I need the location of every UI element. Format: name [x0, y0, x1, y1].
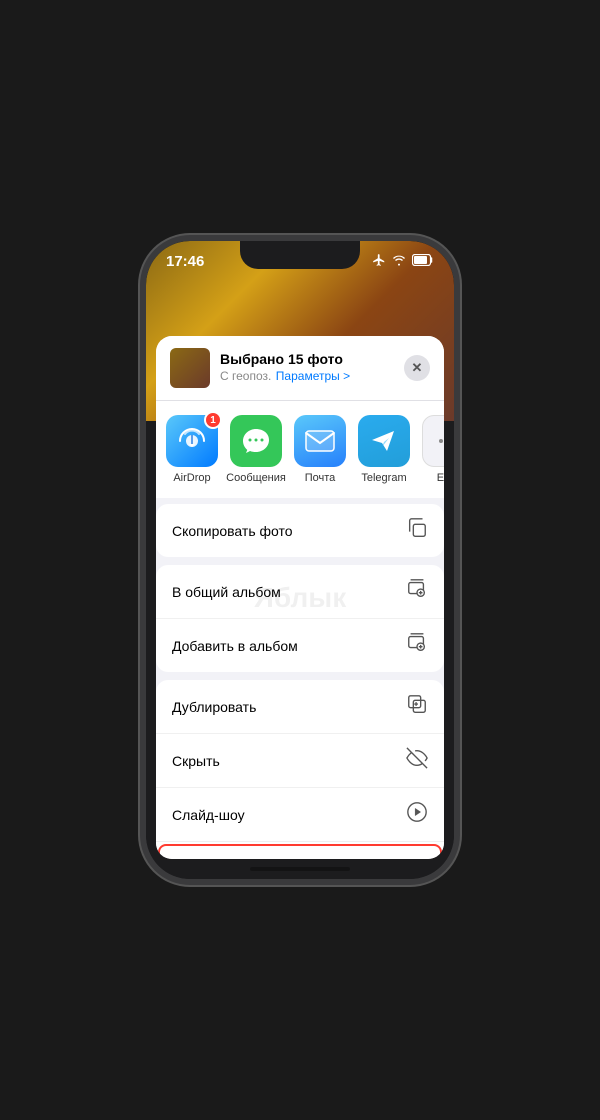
close-button[interactable]: ✕ [404, 355, 430, 381]
home-indicator[interactable] [250, 867, 350, 871]
menu-item-shared-album[interactable]: В общий альбом [156, 565, 444, 619]
menu-section-1: Скопировать фото [156, 504, 444, 557]
header-subtitle: С геопоз. Параметры > [220, 367, 394, 385]
messages-icon [230, 415, 282, 467]
app-item-mail[interactable]: Почта [294, 415, 346, 484]
add-album-icon [406, 632, 428, 659]
duplicate-icon [406, 693, 428, 720]
phone-frame: 17:46 [140, 235, 460, 885]
status-icons [372, 253, 434, 270]
battery-icon [412, 254, 434, 269]
app-item-telegram[interactable]: Telegram [358, 415, 410, 484]
mail-label: Почта [305, 472, 336, 484]
more-icon [422, 415, 444, 467]
header-text: Выбрано 15 фото С геопоз. Параметры > [220, 351, 394, 385]
apps-row: 1 AirDrop Сообщения [156, 401, 444, 504]
messages-label: Сообщения [226, 472, 286, 484]
more-label: Ещё [437, 472, 444, 484]
status-time: 17:46 [166, 253, 204, 270]
menu-list: Яблык Скопировать фото В [156, 504, 444, 859]
telegram-icon [358, 415, 410, 467]
airdrop-label: AirDrop [173, 472, 210, 484]
menu-item-add-album[interactable]: Добавить в альбом [156, 619, 444, 672]
hide-icon [406, 747, 428, 774]
menu-item-hide[interactable]: Скрыть [156, 734, 444, 788]
menu-item-slideshow[interactable]: Слайд-шоу [156, 788, 444, 842]
menu-item-icloud-link[interactable]: Скопировать ссылку iCloud [158, 844, 442, 859]
header-thumbnail [170, 348, 210, 388]
airdrop-icon: 1 [166, 415, 218, 467]
share-sheet: Выбрано 15 фото С геопоз. Параметры > ✕ [156, 336, 444, 859]
app-item-more[interactable]: Ещё [422, 415, 444, 484]
header-title: Выбрано 15 фото [220, 351, 394, 367]
menu-item-copy-photo[interactable]: Скопировать фото [156, 504, 444, 557]
app-item-airdrop[interactable]: 1 AirDrop [166, 415, 218, 484]
airdrop-badge: 1 [204, 411, 222, 429]
notch [240, 241, 360, 269]
slideshow-icon [406, 801, 428, 828]
menu-section-2: В общий альбом Добавить в альбом [156, 565, 444, 672]
telegram-label: Telegram [361, 472, 406, 484]
menu-section-3: Дублировать Скрыть [156, 680, 444, 859]
mail-icon [294, 415, 346, 467]
header-params-link[interactable]: Параметры > [276, 369, 350, 383]
phone-inner: 17:46 [146, 241, 454, 879]
shared-album-icon [406, 578, 428, 605]
menu-item-duplicate[interactable]: Дублировать [156, 680, 444, 734]
copy-photo-icon [406, 517, 428, 544]
wifi-icon [391, 253, 407, 270]
app-item-messages[interactable]: Сообщения [230, 415, 282, 484]
airplane-icon [372, 253, 386, 270]
share-header: Выбрано 15 фото С геопоз. Параметры > ✕ [156, 336, 444, 401]
